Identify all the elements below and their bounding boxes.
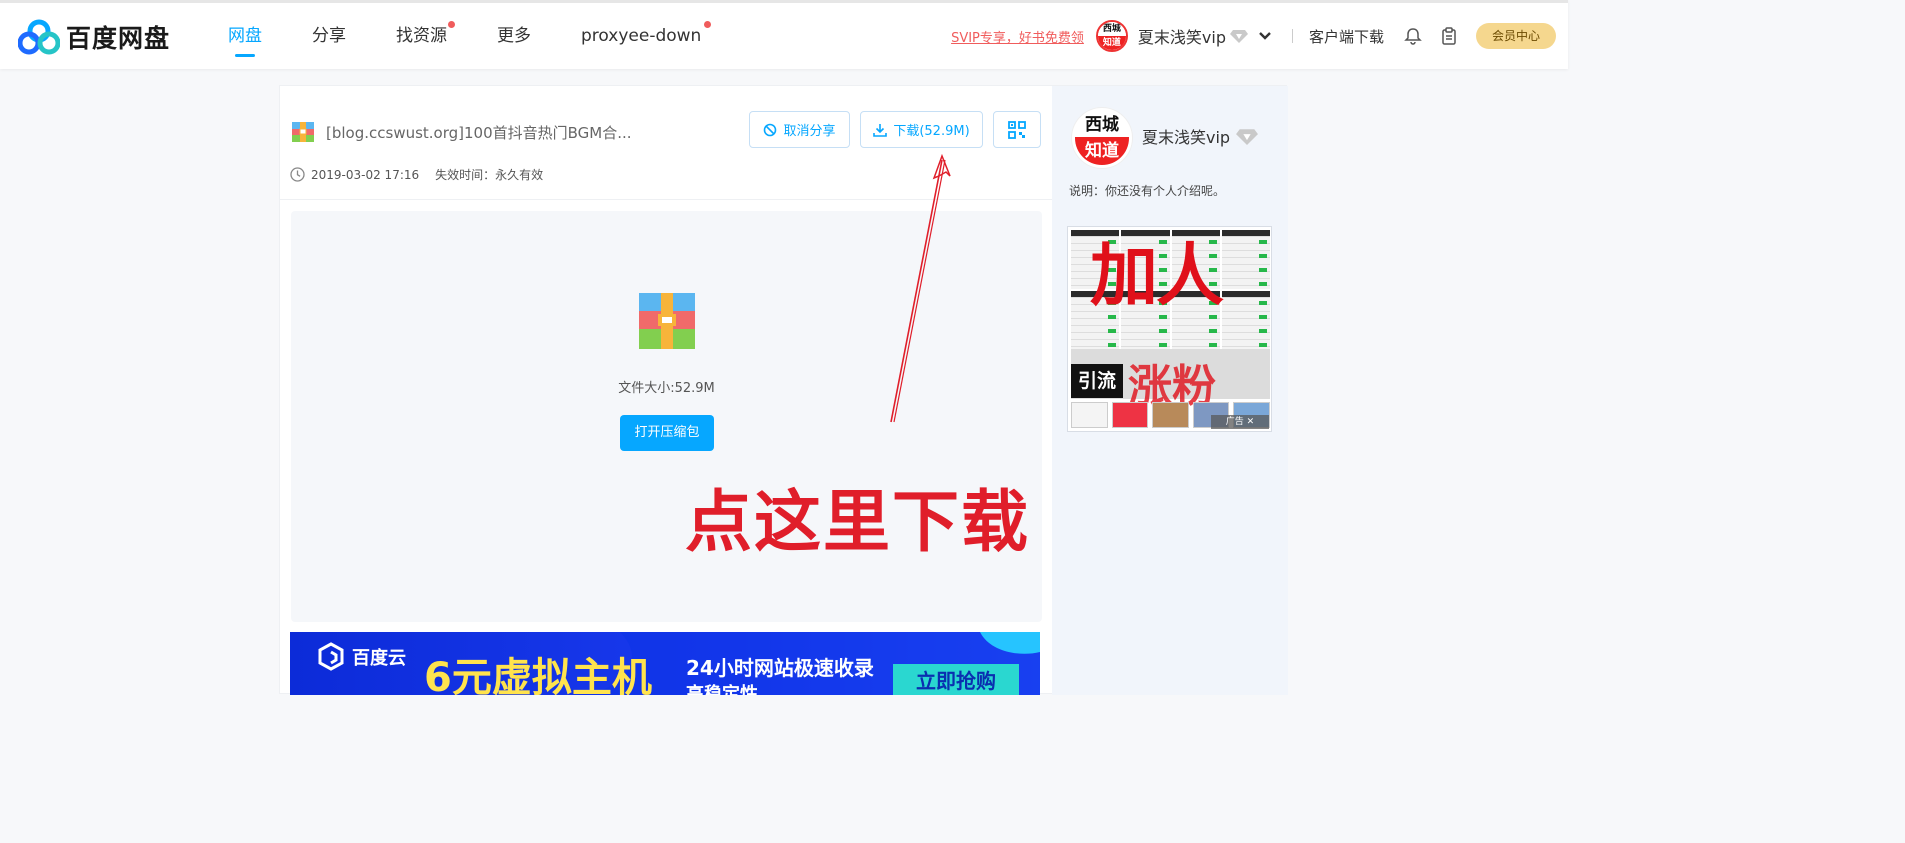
clock-icon [290,167,305,182]
nav-item-proxyee-down[interactable]: proxyee-down [581,3,712,69]
ad-buy-button[interactable]: 立即抢购 [893,664,1019,695]
diamond-icon [1229,30,1248,43]
avatar-text-bottom: 知道 [1097,36,1126,50]
zip-file-icon [292,122,314,142]
nav-item-share[interactable]: 分享 [312,3,346,69]
sharer-name[interactable]: 夏末浅笑vip [1142,124,1259,148]
cloud-ad-banner[interactable]: 百度云 6元虚拟主机 24小时网站极速收录 高稳定性 立即抢购 [290,632,1040,695]
nav-label: 网盘 [228,26,262,46]
cancel-share-label: 取消分享 [783,124,836,139]
cloud-logo-icon [18,19,60,55]
zip-archive-icon [639,293,695,349]
file-title[interactable]: [blog.ccswust.org]100首抖音热门BGM合... [326,122,632,143]
vip-center-button[interactable]: 会员中心 [1476,23,1556,49]
sharer-username: 夏末浅笑vip [1142,128,1231,147]
cancel-share-button[interactable]: 取消分享 [749,111,850,148]
sharer-sidebar: 西城 知道 夏末浅笑vip 说明：你还没有个人介绍呢。 加人 涨粉 引流 广告 … [1052,86,1288,695]
avatar[interactable]: 西城 知道 [1095,20,1128,52]
diamond-icon [1236,128,1259,145]
chevron-down-icon[interactable] [1258,31,1272,41]
main-nav: 网盘 分享 找资源 更多 proxyee-down [228,3,751,69]
sidebar-ad[interactable]: 加人 涨粉 引流 广告 ✕ [1067,226,1272,432]
ad-close-button[interactable]: 广告 ✕ [1211,415,1269,429]
nav-label: proxyee-down [581,26,702,46]
avatar-text-bottom: 知道 [1075,136,1129,165]
header-right: SVIP专享，好书免费领 西城 知道 夏末浅笑vip 客户端下载 会员中心 [951,3,1568,69]
avatar-text-top: 西城 [1097,22,1126,36]
file-size: 文件大小:52.9M [618,381,715,396]
download-icon [873,123,888,137]
nav-item-netdisk[interactable]: 网盘 [228,3,262,69]
top-navbar: 百度网盘 网盘 分享 找资源 更多 proxyee-down SVIP专享，好书… [0,0,1568,69]
qrcode-icon [1008,120,1026,139]
baidu-cloud-logo: 百度云 [316,642,406,672]
download-button[interactable]: 下载(52.9M) [860,111,983,148]
qrcode-button[interactable] [993,111,1041,148]
share-card: [blog.ccswust.org]100首抖音热门BGM合... 2019-0… [279,85,1288,695]
ad-tag: 引流 [1071,364,1123,398]
ad-headline: 6元虚拟主机 [424,655,652,695]
open-archive-button[interactable]: 打开压缩包 [620,415,714,451]
nav-item-more[interactable]: 更多 [497,3,531,69]
ad-line-2: 高稳定性 [686,684,758,695]
ad-headline: 加人 [1090,237,1224,316]
nav-item-find-resources[interactable]: 找资源 [396,3,455,69]
clipboard-icon[interactable] [1440,27,1458,45]
bell-icon[interactable] [1404,27,1422,45]
logo-text: 百度网盘 [66,24,171,53]
baidu-netdisk-logo[interactable]: 百度网盘 [18,19,170,55]
expire-info: 失效时间：永久有效 [435,168,544,182]
share-date: 2019-03-02 17:16 [311,167,420,182]
client-download-link[interactable]: 客户端下载 [1309,26,1384,47]
svip-promo-link[interactable]: SVIP专享，好书免费领 [951,27,1084,46]
divider [1291,29,1293,43]
sharer-description: 说明：你还没有个人介绍呢。 [1069,184,1226,198]
annotation-text: 点这里下载 [685,483,1030,561]
share-meta: 2019-03-02 17:16 失效时间：永久有效 [290,166,543,183]
nav-label: 找资源 [396,26,447,46]
ad-line-1: 24小时网站极速收录 [686,656,874,680]
avatar-text-top: 西城 [1075,111,1129,137]
ban-icon [764,123,777,136]
notification-dot [448,21,455,28]
sharer-avatar[interactable]: 西城 知道 [1072,108,1132,168]
ad-brand: 百度云 [352,648,406,669]
nav-label: 分享 [312,26,346,46]
username[interactable]: 夏末浅笑vip [1138,24,1226,48]
notification-dot [704,21,712,28]
download-label: 下载(52.9M) [893,124,970,139]
nav-label: 更多 [497,26,531,46]
share-header: [blog.ccswust.org]100首抖音热门BGM合... 2019-0… [280,86,1052,200]
hexagon-logo-icon [318,642,344,671]
